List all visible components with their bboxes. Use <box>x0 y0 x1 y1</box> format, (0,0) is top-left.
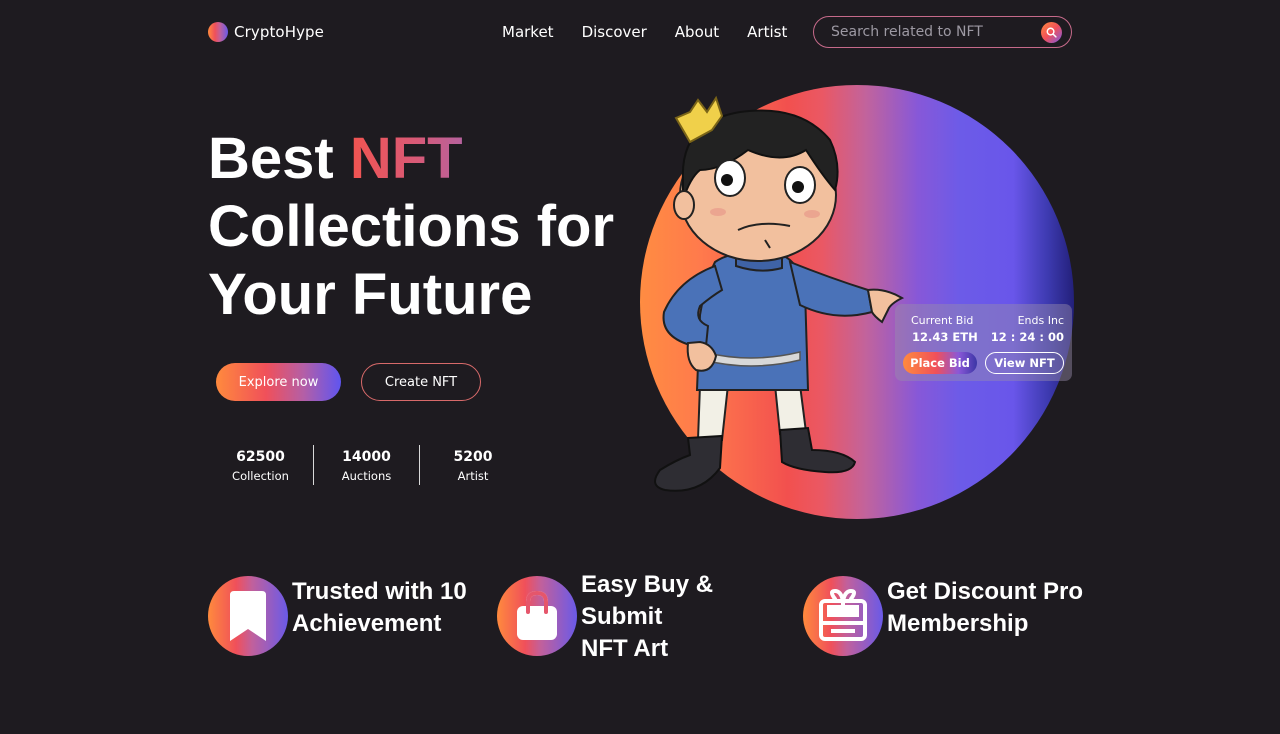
brand-name: CryptoHype <box>234 23 325 41</box>
search-bar <box>813 16 1072 48</box>
feature-line: Easy Buy & <box>581 571 714 598</box>
feature-line: NFT Art <box>581 635 669 662</box>
gift-card-icon <box>819 589 867 641</box>
shopping-bag-icon <box>517 590 557 640</box>
feature-easy-buy: Easy Buy & Submit NFT Art <box>497 571 713 665</box>
nav-item-market[interactable]: Market <box>502 23 554 41</box>
feature-line: Membership <box>887 610 1029 637</box>
stat-label: Auctions <box>341 469 392 483</box>
explore-now-button[interactable]: Explore now <box>216 363 341 401</box>
headline-part1: Best <box>208 126 350 191</box>
bid-card: Current Bid 12.43 ETH Ends Inc 12 : 24 :… <box>895 304 1072 381</box>
search-button[interactable] <box>1041 22 1062 43</box>
feature-line: Trusted with 10 <box>292 578 467 605</box>
stat-value: 5200 <box>453 449 493 465</box>
main-nav: Market Discover About Artist <box>502 23 787 41</box>
stat-value: 14000 <box>342 449 391 465</box>
current-bid-value: 12.43 ETH <box>912 330 978 344</box>
feature-icon-badge <box>803 576 883 656</box>
headline-accent: NFT <box>349 126 463 191</box>
search-icon <box>1046 27 1057 38</box>
bookmark-icon <box>230 591 266 641</box>
search-input[interactable] <box>831 24 1031 40</box>
feature-text: Get Discount Pro Membership <box>887 576 1083 656</box>
stats-row: 62500 Collection 14000 Auctions 5200 Art… <box>208 445 526 485</box>
hero-headline: Best NFT Collections for Your Future <box>208 125 648 329</box>
stat-collection: 62500 Collection <box>208 445 314 485</box>
stat-label: Artist <box>457 469 489 483</box>
feature-line: Achievement <box>292 610 442 637</box>
nav-item-artist[interactable]: Artist <box>747 23 787 41</box>
feature-text: Easy Buy & Submit NFT Art <box>581 569 713 665</box>
ends-label: Ends Inc <box>1017 314 1064 327</box>
create-nft-button[interactable]: Create NFT <box>361 363 481 401</box>
stat-auctions: 14000 Auctions <box>314 445 420 485</box>
feature-line: Get Discount Pro <box>887 578 1084 605</box>
feature-icon-badge <box>497 576 577 656</box>
logo-mark-icon <box>208 22 228 42</box>
view-nft-button[interactable]: View NFT <box>985 352 1064 374</box>
nft-character-illustration <box>654 95 905 492</box>
headline-line2: Collections for <box>208 194 615 259</box>
feature-icon-badge <box>208 576 288 656</box>
feature-text: Trusted with 10 Achievement <box>292 576 467 656</box>
headline-line3: Your Future <box>208 262 533 327</box>
current-bid-label: Current Bid <box>911 314 974 327</box>
nav-item-discover[interactable]: Discover <box>582 23 647 41</box>
brand-logo[interactable]: CryptoHype <box>208 22 324 42</box>
ends-countdown: 12 : 24 : 00 <box>990 330 1064 344</box>
feature-trusted: Trusted with 10 Achievement <box>208 576 467 656</box>
stat-value: 62500 <box>236 449 285 465</box>
nav-item-about[interactable]: About <box>675 23 719 41</box>
feature-line: Submit <box>581 603 663 630</box>
place-bid-button[interactable]: Place Bid <box>903 352 977 374</box>
stat-artist: 5200 Artist <box>420 445 526 485</box>
feature-discount: Get Discount Pro Membership <box>803 576 1083 656</box>
stat-label: Collection <box>232 469 289 483</box>
